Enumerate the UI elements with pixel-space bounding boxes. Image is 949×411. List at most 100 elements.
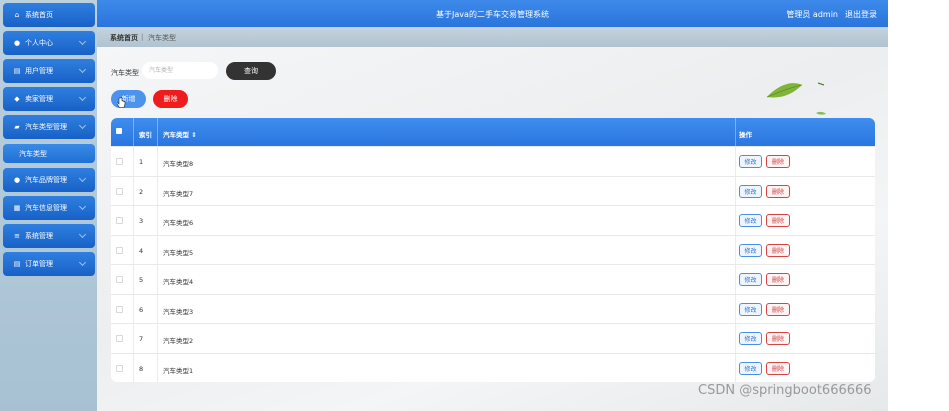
table-row: 8 汽车类型1 修改 删除 bbox=[111, 352, 875, 382]
breadcrumb-separator: | bbox=[141, 33, 144, 41]
table-row: 7 汽车类型2 修改 删除 bbox=[111, 323, 875, 353]
row-index: 3 bbox=[139, 217, 144, 225]
delete-row-button[interactable]: 删除 bbox=[766, 332, 790, 345]
breadcrumb-current: 汽车类型 bbox=[148, 34, 176, 42]
watermark: CSDN @springboot666666 bbox=[698, 383, 872, 398]
sidebar-item-1[interactable]: ● 个人中心 bbox=[3, 31, 95, 55]
edit-button[interactable]: 修改 bbox=[739, 332, 762, 345]
edit-button[interactable]: 修改 bbox=[739, 155, 762, 168]
sidebar-item-label: 系统管理 bbox=[25, 232, 53, 240]
sidebar-item-6[interactable]: ▦ 汽车信息管理 bbox=[3, 196, 95, 220]
row-car-type: 汽车类型8 bbox=[163, 160, 194, 168]
sidebar-item-0[interactable]: ⌂ 系统首页 bbox=[3, 3, 95, 27]
row-checkbox[interactable] bbox=[116, 276, 123, 283]
sidebar-subitem-car-type[interactable]: 汽车类型 bbox=[3, 144, 95, 163]
edit-button[interactable]: 修改 bbox=[739, 273, 762, 286]
top-bar: 基于Java的二手车交易管理系统 管理员 admin 退出登录 bbox=[97, 0, 888, 27]
sidebar-subitem-label: 汽车类型 bbox=[19, 149, 47, 158]
select-all-checkbox[interactable] bbox=[116, 128, 122, 134]
header-index: 索引 bbox=[139, 131, 152, 139]
search-input[interactable] bbox=[142, 62, 218, 79]
app-title: 基于Java的二手车交易管理系统 bbox=[436, 10, 549, 19]
row-car-type: 汽车类型6 bbox=[163, 219, 194, 227]
table-row: 5 汽车类型4 修改 删除 bbox=[111, 264, 875, 294]
document-icon: ▤ bbox=[13, 67, 21, 75]
row-checkbox[interactable] bbox=[116, 335, 123, 342]
row-car-type: 汽车类型4 bbox=[163, 278, 194, 286]
delete-row-button[interactable]: 删除 bbox=[766, 361, 790, 375]
folder-icon: ▰ bbox=[14, 123, 20, 131]
sidebar-item-label: 订单管理 bbox=[25, 260, 53, 268]
edit-button[interactable]: 修改 bbox=[739, 361, 762, 375]
row-index: 1 bbox=[139, 158, 144, 166]
location-pin-icon: ◆ bbox=[14, 95, 20, 103]
chevron-down-icon bbox=[78, 230, 87, 239]
person-icon: ● bbox=[13, 176, 21, 184]
data-table: 索引 汽车类型 ⇕ 操作 1 汽车类型8 修改 删除 2 汽车类型7 修改 删除 3 汽车类型6 修… bbox=[111, 118, 875, 382]
chevron-down-icon bbox=[78, 174, 87, 183]
list-icon: ≡ bbox=[14, 232, 20, 240]
sidebar-item-2[interactable]: ▤ 用户管理 bbox=[3, 59, 95, 83]
row-car-type: 汽车类型1 bbox=[163, 366, 194, 375]
row-car-type: 汽车类型3 bbox=[163, 307, 194, 316]
table-row: 1 汽车类型8 修改 删除 bbox=[111, 146, 875, 176]
table-row: 4 汽车类型5 修改 删除 bbox=[111, 234, 875, 264]
user-label: 管理员 admin bbox=[786, 10, 838, 19]
sidebar-item-label: 系统首页 bbox=[25, 11, 53, 19]
edit-button[interactable]: 修改 bbox=[739, 184, 762, 198]
sidebar: ⌂ 系统首页 ● 个人中心 ▤ 用户管理 ◆ 卖家管理 ▰ 汽车类型管理 ● 汽车品牌管理 ▦ 汽车信息管… bbox=[0, 0, 97, 411]
breadcrumb-home[interactable]: 系统首页 bbox=[110, 33, 138, 43]
delete-row-button[interactable]: 删除 bbox=[766, 243, 790, 257]
row-index: 6 bbox=[139, 305, 144, 314]
sidebar-item-label: 汽车类型管理 bbox=[25, 123, 67, 131]
home-icon: ⌂ bbox=[14, 11, 20, 19]
logout-link[interactable]: 退出登录 bbox=[845, 9, 877, 20]
person-icon: ● bbox=[13, 39, 21, 47]
row-index: 7 bbox=[139, 335, 144, 343]
grid-icon: ▦ bbox=[13, 204, 21, 212]
batch-delete-button[interactable]: 删除 bbox=[153, 90, 188, 108]
row-checkbox[interactable] bbox=[116, 305, 123, 313]
row-checkbox[interactable] bbox=[116, 187, 123, 195]
chevron-down-icon bbox=[78, 202, 87, 211]
sidebar-item-7[interactable]: ≡ 系统管理 bbox=[3, 224, 95, 248]
sidebar-item-label: 用户管理 bbox=[25, 67, 53, 75]
breadcrumb: 系统首页 | 汽车类型 bbox=[97, 27, 888, 47]
row-checkbox[interactable] bbox=[116, 364, 123, 372]
query-button[interactable]: 查询 bbox=[226, 62, 276, 80]
delete-row-button[interactable]: 删除 bbox=[766, 214, 790, 227]
chevron-down-icon bbox=[78, 121, 87, 130]
edit-button[interactable]: 修改 bbox=[739, 243, 762, 257]
right-blank-area bbox=[888, 0, 949, 411]
table-row: 3 汽车类型6 修改 删除 bbox=[111, 205, 875, 235]
row-car-type: 汽车类型7 bbox=[163, 189, 194, 198]
edit-button[interactable]: 修改 bbox=[739, 302, 762, 316]
chevron-down-icon bbox=[78, 37, 87, 46]
sidebar-item-label: 汽车信息管理 bbox=[25, 204, 67, 212]
sidebar-item-8[interactable]: ▤ 订单管理 bbox=[3, 252, 95, 276]
document-icon: ▤ bbox=[13, 260, 21, 268]
sidebar-item-5[interactable]: ● 汽车品牌管理 bbox=[3, 168, 95, 192]
delete-row-button[interactable]: 删除 bbox=[766, 302, 790, 316]
row-index: 5 bbox=[139, 276, 144, 284]
delete-row-button[interactable]: 删除 bbox=[766, 184, 790, 198]
search-label: 汽车类型 bbox=[111, 69, 139, 77]
row-index: 8 bbox=[139, 364, 144, 373]
delete-row-button[interactable]: 删除 bbox=[766, 273, 790, 286]
row-checkbox[interactable] bbox=[116, 246, 123, 254]
table-row: 2 汽车类型7 修改 删除 bbox=[111, 175, 875, 205]
row-checkbox[interactable] bbox=[116, 158, 123, 165]
row-car-type: 汽车类型5 bbox=[163, 248, 194, 257]
header-car-type[interactable]: 汽车类型 ⇕ bbox=[163, 129, 197, 139]
row-car-type: 汽车类型2 bbox=[163, 337, 194, 345]
row-checkbox[interactable] bbox=[116, 217, 123, 224]
row-index: 4 bbox=[139, 246, 144, 255]
chevron-down-icon bbox=[78, 65, 87, 74]
sidebar-item-4[interactable]: ▰ 汽车类型管理 bbox=[3, 115, 95, 139]
sidebar-item-3[interactable]: ◆ 卖家管理 bbox=[3, 87, 95, 111]
edit-button[interactable]: 修改 bbox=[739, 214, 762, 227]
sidebar-item-label: 个人中心 bbox=[25, 39, 53, 47]
delete-row-button[interactable]: 删除 bbox=[766, 155, 790, 168]
header-action: 操作 bbox=[739, 131, 752, 139]
table-header: 索引 汽车类型 ⇕ 操作 bbox=[111, 118, 875, 146]
